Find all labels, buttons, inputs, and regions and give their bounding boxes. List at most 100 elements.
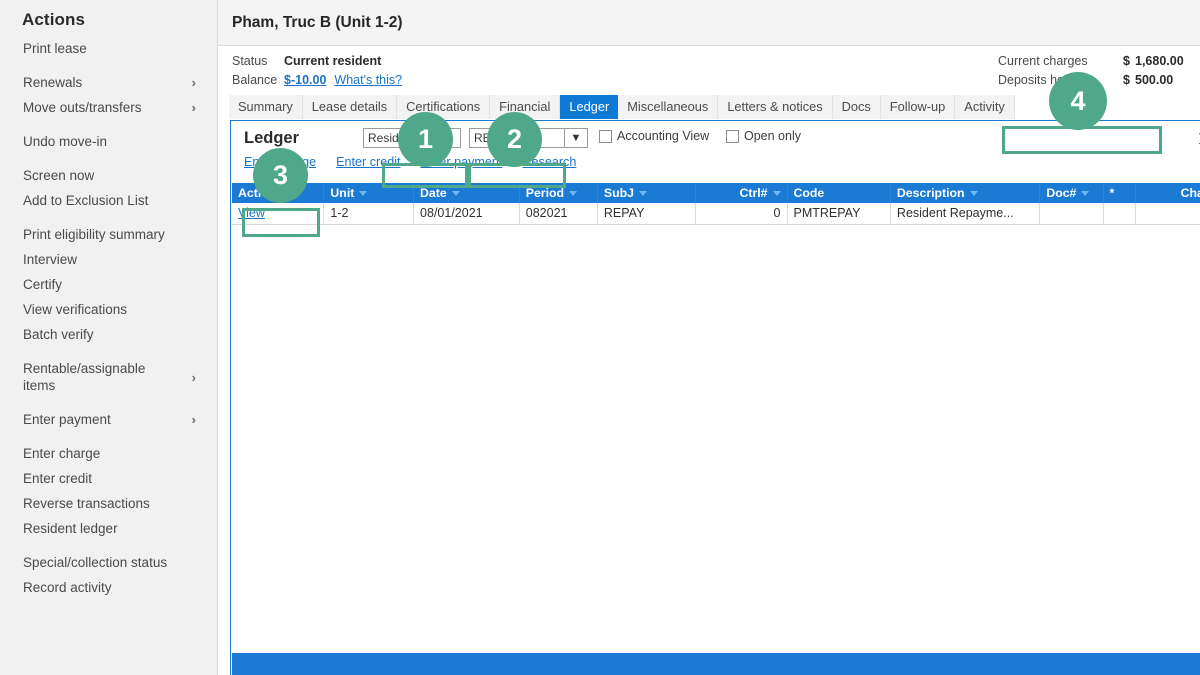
sidebar-item-move-outs-transfers[interactable]: Move outs/transfers › [0, 95, 217, 120]
sort-caret-icon[interactable] [359, 191, 368, 197]
ledger-toolbar: Ledger Resident REPAY ▼ Accounting View … [231, 121, 1200, 183]
balance-value-link[interactable]: $-10.00 [284, 73, 326, 87]
sort-caret-icon[interactable] [451, 191, 460, 197]
table-empty-area [232, 224, 1200, 640]
sidebar-item-label: Enter payment [23, 412, 111, 427]
sidebar-item-label: Add to Exclusion List [23, 193, 149, 208]
column-header-label: SubJ [603, 186, 634, 200]
page-title: Pham, Truc B (Unit 1-2) [232, 13, 403, 31]
sidebar-item-label: Enter charge [23, 446, 101, 461]
chevron-right-icon: › [191, 412, 196, 427]
checkbox-icon[interactable] [726, 129, 739, 143]
column-header-label: Ctrl# [739, 186, 768, 200]
checkbox-icon[interactable] [599, 129, 612, 143]
actions-sidebar: Actions Print lease Renewals › Move outs/tr… [0, 0, 218, 675]
sidebar-item-label: Print eligibility summary [23, 227, 165, 242]
tab-docs[interactable]: Docs [832, 95, 881, 119]
sidebar-item-label: Interview [23, 252, 78, 267]
sidebar-item-enter-charge[interactable]: Enter charge [0, 441, 217, 466]
sidebar-item-add-to-exclusion-list[interactable]: Add to Exclusion List [0, 188, 217, 213]
sidebar-item-resident-ledger[interactable]: Resident ledger [0, 516, 217, 541]
sort-caret-icon[interactable] [569, 191, 578, 197]
sidebar-group-divider [0, 154, 217, 163]
sidebar-item-special-collection-status[interactable]: Special/collection status [0, 550, 217, 575]
cell-charges [1135, 203, 1200, 225]
sidebar-item-renewals[interactable]: Renewals › [0, 70, 217, 95]
tab-activity[interactable]: Activity [955, 95, 1015, 119]
sidebar-group-divider [0, 432, 217, 441]
tab-miscellaneous[interactable]: Miscellaneous [618, 95, 719, 119]
sidebar-item-label: View verifications [23, 302, 128, 317]
cell-action[interactable]: View [232, 203, 325, 225]
ledger-footer-totals: Balance $-10.00 [232, 653, 1200, 675]
sidebar-item-record-activity[interactable]: Record activity [0, 575, 217, 600]
callout-badge-1: 1 [398, 112, 453, 167]
sidebar-item-screen-now[interactable]: Screen now [0, 163, 217, 188]
column-header-label: Charges [1180, 186, 1200, 200]
sidebar-item-label: Move outs/transfers [23, 100, 142, 115]
column-header-charges[interactable]: Charges [1135, 183, 1200, 203]
tab-lease-details[interactable]: Lease details [302, 95, 398, 119]
callout-badge-3: 3 [253, 148, 308, 203]
sort-caret-icon[interactable] [1081, 191, 1090, 197]
accounting-view-checkbox[interactable]: Accounting View [599, 129, 709, 143]
sidebar-item-interview[interactable]: Interview [0, 247, 217, 272]
sidebar-group-divider [0, 398, 217, 407]
tab-ledger[interactable]: Ledger [560, 95, 619, 119]
sort-caret-icon[interactable] [772, 191, 781, 197]
sidebar-item-label: Reverse transactions [23, 496, 150, 511]
whats-this-link[interactable]: What's this? [334, 73, 402, 87]
sort-caret-icon[interactable] [969, 191, 978, 197]
tab-follow-up[interactable]: Follow-up [880, 95, 956, 119]
sidebar-group-divider [0, 541, 217, 550]
sidebar-item-print-lease[interactable]: Print lease [0, 36, 217, 61]
sidebar-item-enter-payment[interactable]: Enter payment › [0, 407, 217, 432]
sidebar-item-reverse-transactions[interactable]: Reverse transactions [0, 491, 217, 516]
sidebar-group-divider [0, 61, 217, 70]
column-header-date[interactable]: Date [413, 183, 520, 203]
tab-letters-notices[interactable]: Letters & notices [718, 95, 833, 119]
sidebar-item-rentable-assignable-items[interactable]: Rentable/assignable items › [0, 356, 217, 398]
view-link[interactable]: View [238, 206, 265, 220]
sidebar-group-divider [0, 213, 217, 222]
column-header-unit[interactable]: Unit [323, 183, 415, 203]
column-header-ctrl[interactable]: Ctrl# [695, 183, 788, 203]
sidebar-item-print-eligibility-summary[interactable]: Print eligibility summary [0, 222, 217, 247]
sidebar-item-label: Resident ledger [23, 521, 118, 536]
application-window: Actions Print lease Renewals › Move outs/tr… [0, 0, 1200, 675]
table-row[interactable]: View 1-2 08/01/2021 082021 REPAY 0 PMTREPAY Res… [232, 203, 1200, 225]
cell-subj: REPAY [597, 203, 696, 225]
tab-summary[interactable]: Summary [229, 95, 303, 119]
table-header-row: Action Unit Date Period SubJ Ctrl# Code Descrip… [232, 183, 1200, 203]
sidebar-group-divider [0, 120, 217, 129]
cell-star [1103, 203, 1136, 225]
sidebar-item-label: Batch verify [23, 327, 94, 342]
ledger-panel: Ledger Resident REPAY ▼ Accounting View … [230, 120, 1200, 675]
sidebar-item-enter-credit[interactable]: Enter credit [0, 466, 217, 491]
open-only-checkbox[interactable]: Open only [726, 129, 801, 143]
sidebar-item-label: Print lease [23, 41, 87, 56]
column-header-label: Period [525, 186, 565, 200]
sidebar-item-label: Special/collection status [23, 555, 168, 570]
sidebar-item-batch-verify[interactable]: Batch verify [0, 322, 217, 347]
current-charges-label: Current charges [998, 54, 1088, 68]
cell-ctrl: 0 [695, 203, 788, 225]
column-header-period[interactable]: Period [519, 183, 598, 203]
column-header-label: Code [793, 186, 825, 200]
status-label: Status [232, 54, 268, 68]
sidebar-item-label: Enter credit [23, 471, 93, 486]
sidebar-item-certify[interactable]: Certify [0, 272, 217, 297]
column-header-subj[interactable]: SubJ [597, 183, 696, 203]
column-header-doc[interactable]: Doc# [1039, 183, 1104, 203]
sort-caret-icon[interactable] [638, 191, 647, 197]
column-header-[interactable]: * [1103, 183, 1136, 203]
resident-info-left: Status Current resident Balance $-10.00 … [232, 54, 402, 92]
balance-label: Balance [232, 73, 278, 87]
chevron-down-icon[interactable]: ▼ [565, 128, 588, 148]
column-header-description[interactable]: Description [890, 183, 1041, 203]
link-enter-credit[interactable]: Enter credit [336, 155, 400, 169]
column-header-code[interactable]: Code [787, 183, 891, 203]
sidebar-item-undo-move-in[interactable]: Undo move-in [0, 129, 217, 154]
sidebar-item-view-verifications[interactable]: View verifications [0, 297, 217, 322]
sidebar-item-label: Screen now [23, 168, 95, 183]
